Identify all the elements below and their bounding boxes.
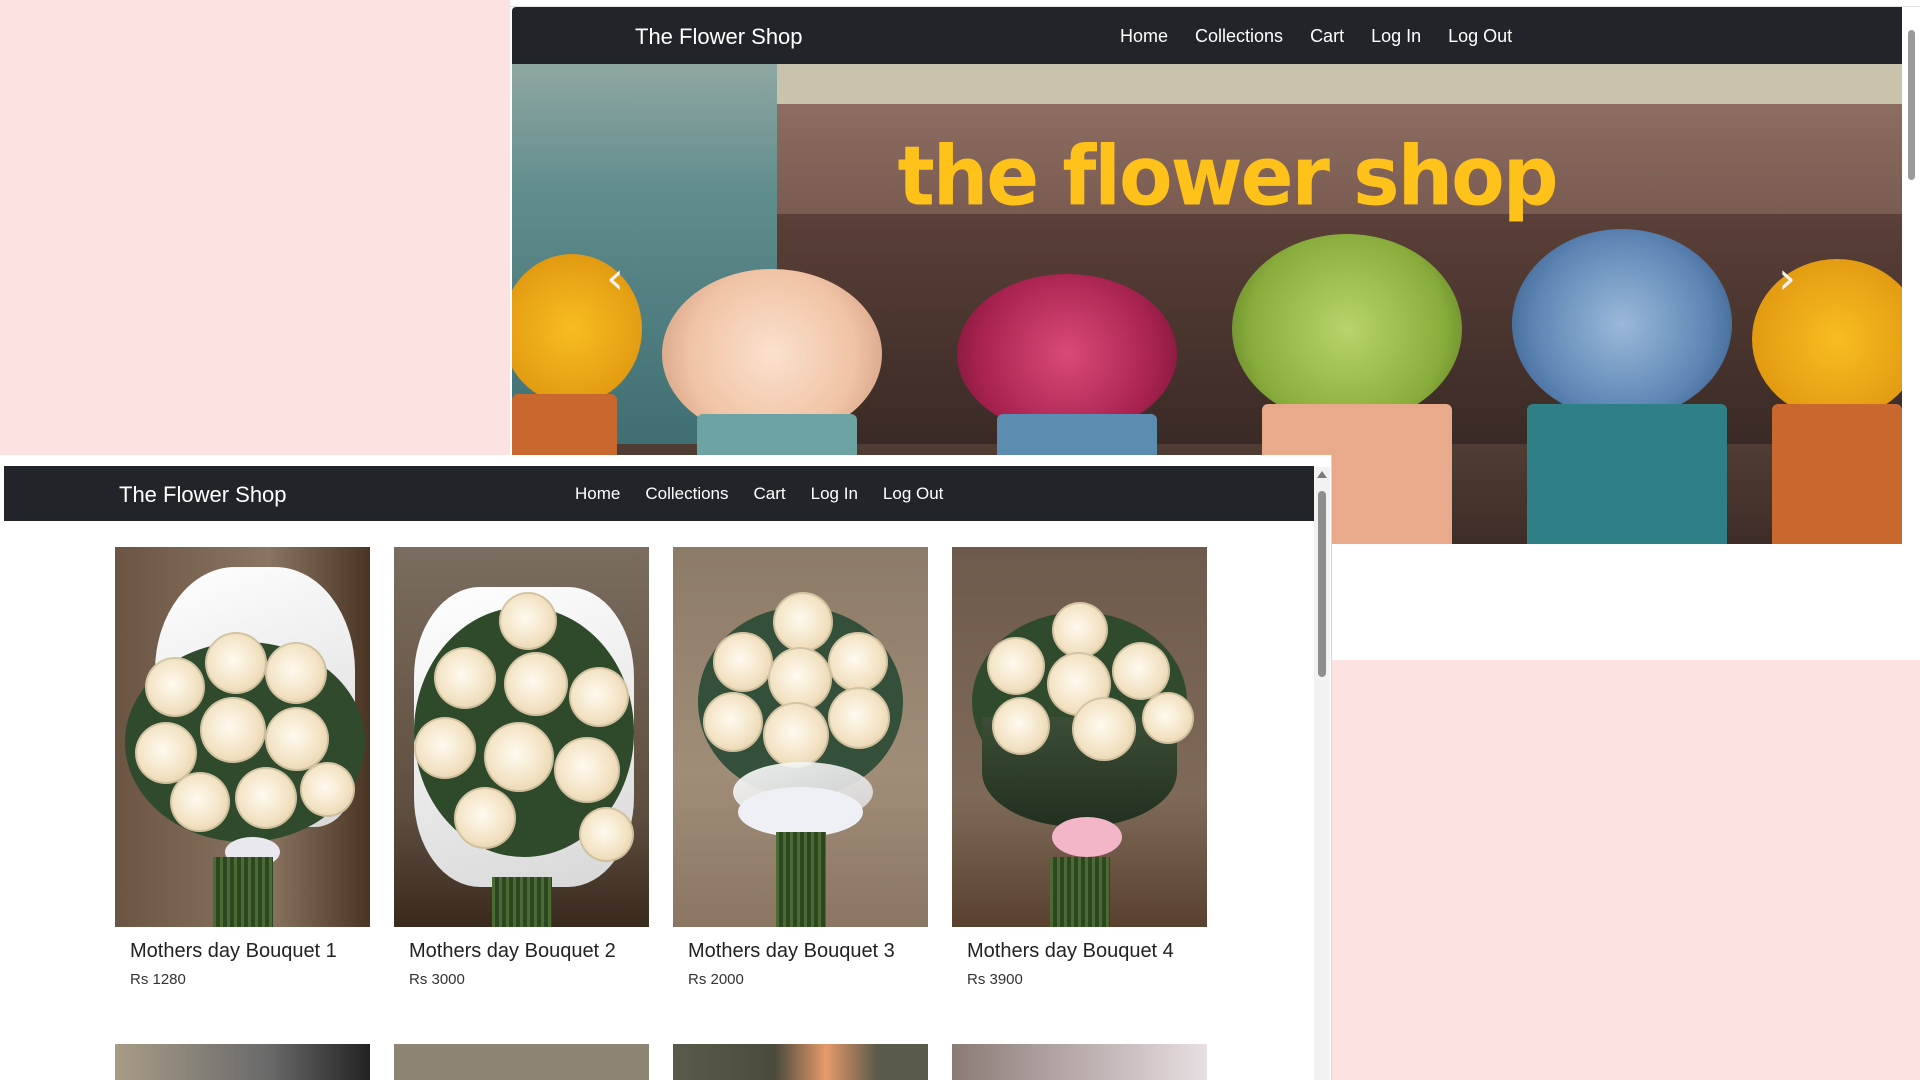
product-name[interactable]: Mothers day Bouquet 1 — [130, 940, 337, 963]
chevron-right-icon: › — [1778, 253, 1796, 304]
nav-cart[interactable]: Cart — [1310, 26, 1344, 47]
nav-menu: Home Collections Cart Log In Log Out — [1120, 26, 1512, 47]
scroll-up-arrow-icon[interactable] — [1317, 471, 1327, 478]
carousel-prev-button[interactable]: ‹ — [595, 254, 635, 304]
product-name[interactable]: Mothers day Bouquet 3 — [688, 940, 895, 963]
product-name[interactable]: Mothers day Bouquet 4 — [967, 940, 1174, 963]
rose — [265, 642, 327, 704]
rose — [554, 737, 620, 803]
rose — [1142, 692, 1194, 744]
back-scrollbar[interactable] — [1904, 22, 1920, 660]
rose — [828, 632, 888, 692]
rose — [569, 667, 629, 727]
carousel-next-button[interactable]: › — [1767, 254, 1807, 304]
rose — [987, 637, 1045, 695]
product-name[interactable]: Mothers day Bouquet 2 — [409, 940, 616, 963]
nav-log-in[interactable]: Log In — [1371, 26, 1421, 47]
flower-blue — [1512, 229, 1732, 419]
navbar: The Flower Shop Home Collections Cart Lo… — [512, 7, 1902, 64]
rose — [504, 652, 568, 716]
rose — [992, 697, 1050, 755]
navbar: The Flower Shop Home Collections Cart Lo… — [4, 466, 1314, 521]
stems — [1049, 857, 1110, 927]
rose — [773, 592, 833, 652]
rose — [703, 692, 763, 752]
product-price: Rs 3000 — [409, 971, 465, 988]
rose — [579, 807, 634, 862]
product-image-row2[interactable] — [952, 1044, 1207, 1080]
ribbon — [738, 787, 863, 837]
rose — [1052, 602, 1108, 658]
flower-green — [1232, 234, 1462, 424]
product-card[interactable]: Mothers day Bouquet 3 Rs 2000 — [673, 547, 928, 988]
stems — [212, 857, 273, 927]
product-price: Rs 3900 — [967, 971, 1023, 988]
window-top-edge — [510, 0, 1920, 7]
flower-magenta — [957, 274, 1177, 434]
rose — [235, 767, 297, 829]
rose — [300, 762, 355, 817]
product-image-row2[interactable] — [115, 1044, 370, 1080]
brand-link[interactable]: The Flower Shop — [119, 482, 287, 508]
front-browser-window: The Flower Shop Home Collections Cart Lo… — [0, 455, 1332, 1080]
rose — [1112, 642, 1170, 700]
rose — [434, 647, 496, 709]
rose — [265, 707, 329, 771]
nav-home[interactable]: Home — [575, 484, 620, 504]
rose — [713, 632, 773, 692]
front-scrollbar-thumb[interactable] — [1318, 491, 1326, 677]
nav-log-out[interactable]: Log Out — [883, 484, 944, 504]
product-card[interactable]: Mothers day Bouquet 4 Rs 3900 — [952, 547, 1207, 988]
chevron-left-icon: ‹ — [606, 253, 624, 304]
rose — [1072, 697, 1136, 761]
nav-collections[interactable]: Collections — [645, 484, 728, 504]
product-image-row2[interactable] — [394, 1044, 649, 1080]
nav-home[interactable]: Home — [1120, 26, 1168, 47]
nav-cart[interactable]: Cart — [754, 484, 786, 504]
rose — [170, 772, 230, 832]
nav-log-out[interactable]: Log Out — [1448, 26, 1512, 47]
ribbon — [1052, 817, 1122, 857]
rose — [484, 722, 554, 792]
rose — [414, 717, 476, 779]
rose — [454, 787, 516, 849]
nav-log-in[interactable]: Log In — [811, 484, 858, 504]
product-image[interactable] — [394, 547, 649, 927]
pot-teal-right — [1527, 404, 1727, 544]
stems — [775, 832, 826, 927]
rose — [763, 702, 829, 768]
hero-banner-title: the flower shop — [897, 129, 1558, 225]
rose — [499, 592, 557, 650]
hero-plank-cream — [777, 64, 1902, 104]
rose — [145, 657, 205, 717]
brand-link[interactable]: The Flower Shop — [635, 24, 803, 50]
back-scrollbar-thumb[interactable] — [1908, 30, 1915, 180]
product-price: Rs 1280 — [130, 971, 186, 988]
rose — [828, 687, 890, 749]
product-image-row2[interactable] — [673, 1044, 928, 1080]
front-scrollbar[interactable] — [1314, 467, 1330, 1080]
stems — [491, 877, 552, 927]
nav-menu: Home Collections Cart Log In Log Out — [575, 484, 943, 504]
product-image[interactable] — [673, 547, 928, 927]
rose — [205, 632, 267, 694]
product-image[interactable] — [952, 547, 1207, 927]
product-card[interactable]: Mothers day Bouquet 2 Rs 3000 — [394, 547, 649, 988]
pot-orange-right — [1772, 404, 1902, 544]
product-price: Rs 2000 — [688, 971, 744, 988]
product-image[interactable] — [115, 547, 370, 927]
rose — [200, 697, 266, 763]
nav-collections[interactable]: Collections — [1195, 26, 1283, 47]
product-card[interactable]: Mothers day Bouquet 1 Rs 1280 — [115, 547, 370, 988]
